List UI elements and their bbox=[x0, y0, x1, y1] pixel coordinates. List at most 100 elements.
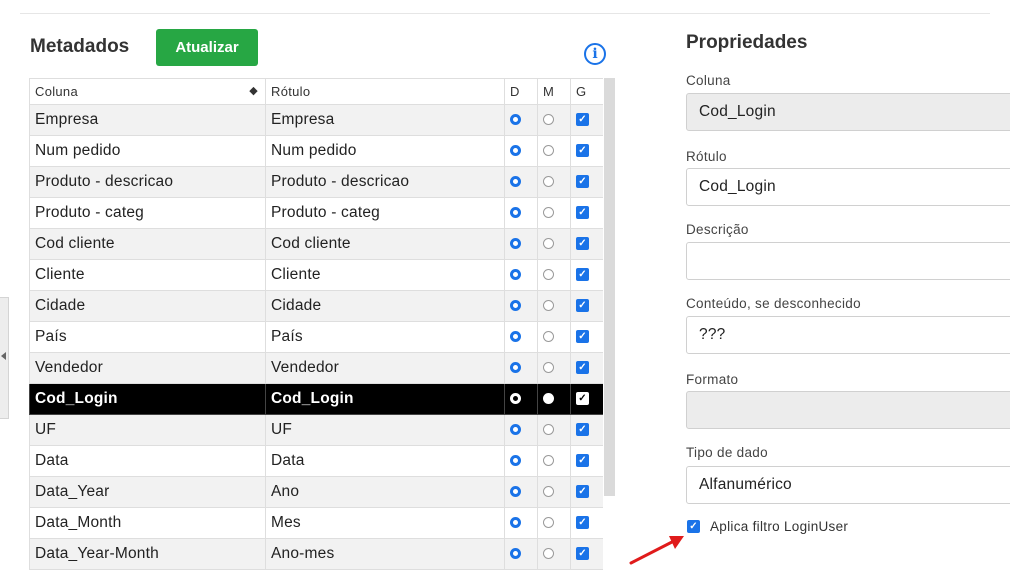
column-header-m[interactable]: M bbox=[537, 78, 571, 105]
table-row[interactable]: Cod cliente Cod cliente ✓ bbox=[29, 228, 603, 260]
radio-m[interactable] bbox=[543, 176, 554, 188]
radio-m[interactable] bbox=[543, 114, 554, 126]
checkbox-g[interactable]: ✓ bbox=[576, 175, 589, 189]
radio-m[interactable] bbox=[543, 362, 554, 374]
panel-collapse-handle[interactable] bbox=[0, 297, 9, 419]
cell-column-name[interactable]: Cod_Login bbox=[29, 383, 266, 415]
checkbox-g[interactable]: ✓ bbox=[576, 206, 589, 220]
radio-d[interactable] bbox=[510, 393, 521, 405]
cell-column-name[interactable]: Data_Year-Month bbox=[29, 538, 266, 570]
unknown-content-field[interactable]: ??? bbox=[686, 316, 1010, 354]
table-row[interactable]: Num pedido Num pedido ✓ bbox=[29, 135, 603, 167]
radio-m[interactable] bbox=[543, 145, 554, 157]
table-row[interactable]: Data_Year-Month Ano-mes ✓ bbox=[29, 538, 603, 570]
radio-m[interactable] bbox=[543, 486, 554, 498]
cell-label[interactable]: Cod cliente bbox=[265, 228, 505, 260]
checkbox-g[interactable]: ✓ bbox=[576, 237, 589, 251]
radio-m[interactable] bbox=[543, 300, 554, 312]
column-header-g[interactable]: G bbox=[570, 78, 603, 105]
radio-d[interactable] bbox=[510, 145, 521, 157]
table-row[interactable]: Cidade Cidade ✓ bbox=[29, 290, 603, 322]
sort-icon[interactable]: ◆ bbox=[249, 84, 258, 97]
radio-m[interactable] bbox=[543, 331, 554, 343]
column-header-rotulo[interactable]: Rótulo bbox=[265, 78, 505, 105]
checkbox-g[interactable]: ✓ bbox=[576, 330, 589, 344]
checkbox-g[interactable]: ✓ bbox=[576, 423, 589, 437]
checkbox-g[interactable]: ✓ bbox=[576, 361, 589, 375]
cell-label[interactable]: Ano-mes bbox=[265, 538, 505, 570]
cell-column-name[interactable]: Data_Year bbox=[29, 476, 266, 508]
checkbox-g[interactable]: ✓ bbox=[576, 299, 589, 313]
radio-d[interactable] bbox=[510, 517, 521, 529]
table-row[interactable]: Data_Month Mes ✓ bbox=[29, 507, 603, 539]
radio-d[interactable] bbox=[510, 300, 521, 312]
checkbox-g[interactable]: ✓ bbox=[576, 454, 589, 468]
radio-m[interactable] bbox=[543, 424, 554, 436]
checkbox-g[interactable]: ✓ bbox=[576, 392, 589, 406]
cell-label[interactable]: Empresa bbox=[265, 104, 505, 136]
cell-column-name[interactable]: Cliente bbox=[29, 259, 266, 291]
table-row[interactable]: Cod_Login Cod_Login ✓ bbox=[29, 383, 603, 415]
table-row[interactable]: Data_Year Ano ✓ bbox=[29, 476, 603, 508]
cell-label[interactable]: UF bbox=[265, 414, 505, 446]
checkbox-g[interactable]: ✓ bbox=[576, 485, 589, 499]
table-row[interactable]: Data Data ✓ bbox=[29, 445, 603, 477]
table-row[interactable]: Vendedor Vendedor ✓ bbox=[29, 352, 603, 384]
cell-column-name[interactable]: Cidade bbox=[29, 290, 266, 322]
radio-m[interactable] bbox=[543, 269, 554, 281]
column-header-d[interactable]: D bbox=[504, 78, 538, 105]
table-row[interactable]: Produto - categ Produto - categ ✓ bbox=[29, 197, 603, 229]
login-filter-checkbox[interactable]: ✓ bbox=[687, 520, 700, 533]
cell-column-name[interactable]: Cod cliente bbox=[29, 228, 266, 260]
table-row[interactable]: Produto - descricao Produto - descricao ✓ bbox=[29, 166, 603, 198]
radio-d[interactable] bbox=[510, 269, 521, 281]
table-row[interactable]: Cliente Cliente ✓ bbox=[29, 259, 603, 291]
cell-column-name[interactable]: Data_Month bbox=[29, 507, 266, 539]
cell-label[interactable]: Cod_Login bbox=[265, 383, 505, 415]
radio-m[interactable] bbox=[543, 393, 554, 405]
cell-column-name[interactable]: País bbox=[29, 321, 266, 353]
radio-d[interactable] bbox=[510, 207, 521, 219]
radio-m[interactable] bbox=[543, 455, 554, 467]
cell-label[interactable]: Cidade bbox=[265, 290, 505, 322]
cell-label[interactable]: Mes bbox=[265, 507, 505, 539]
table-row[interactable]: UF UF ✓ bbox=[29, 414, 603, 446]
cell-column-name[interactable]: Empresa bbox=[29, 104, 266, 136]
cell-label[interactable]: Cliente bbox=[265, 259, 505, 291]
cell-label[interactable]: Data bbox=[265, 445, 505, 477]
radio-m[interactable] bbox=[543, 238, 554, 250]
refresh-button[interactable]: Atualizar bbox=[156, 29, 258, 66]
data-type-field[interactable]: Alfanumérico bbox=[686, 466, 1010, 504]
radio-d[interactable] bbox=[510, 114, 521, 126]
column-header-coluna[interactable]: Coluna ◆ bbox=[29, 78, 266, 105]
radio-d[interactable] bbox=[510, 548, 521, 560]
cell-column-name[interactable]: UF bbox=[29, 414, 266, 446]
info-icon[interactable]: i bbox=[584, 43, 606, 65]
cell-column-name[interactable]: Num pedido bbox=[29, 135, 266, 167]
checkbox-g[interactable]: ✓ bbox=[576, 516, 589, 530]
table-row[interactable]: Empresa Empresa ✓ bbox=[29, 104, 603, 136]
cell-label[interactable]: Produto - descricao bbox=[265, 166, 505, 198]
checkbox-g[interactable]: ✓ bbox=[576, 268, 589, 282]
login-filter-option[interactable]: ✓ Aplica filtro LoginUser bbox=[687, 519, 848, 534]
radio-d[interactable] bbox=[510, 238, 521, 250]
cell-label[interactable]: Num pedido bbox=[265, 135, 505, 167]
label-field[interactable]: Cod_Login bbox=[686, 168, 1010, 206]
radio-d[interactable] bbox=[510, 331, 521, 343]
table-row[interactable]: País País ✓ bbox=[29, 321, 603, 353]
cell-column-name[interactable]: Produto - categ bbox=[29, 197, 266, 229]
checkbox-g[interactable]: ✓ bbox=[576, 113, 589, 127]
cell-column-name[interactable]: Vendedor bbox=[29, 352, 266, 384]
radio-m[interactable] bbox=[543, 207, 554, 219]
checkbox-g[interactable]: ✓ bbox=[576, 144, 589, 158]
radio-d[interactable] bbox=[510, 362, 521, 374]
radio-d[interactable] bbox=[510, 424, 521, 436]
cell-label[interactable]: Ano bbox=[265, 476, 505, 508]
checkbox-g[interactable]: ✓ bbox=[576, 547, 589, 561]
table-scrollbar[interactable] bbox=[604, 78, 615, 496]
cell-label[interactable]: País bbox=[265, 321, 505, 353]
radio-m[interactable] bbox=[543, 548, 554, 560]
radio-d[interactable] bbox=[510, 176, 521, 188]
cell-column-name[interactable]: Produto - descricao bbox=[29, 166, 266, 198]
cell-column-name[interactable]: Data bbox=[29, 445, 266, 477]
